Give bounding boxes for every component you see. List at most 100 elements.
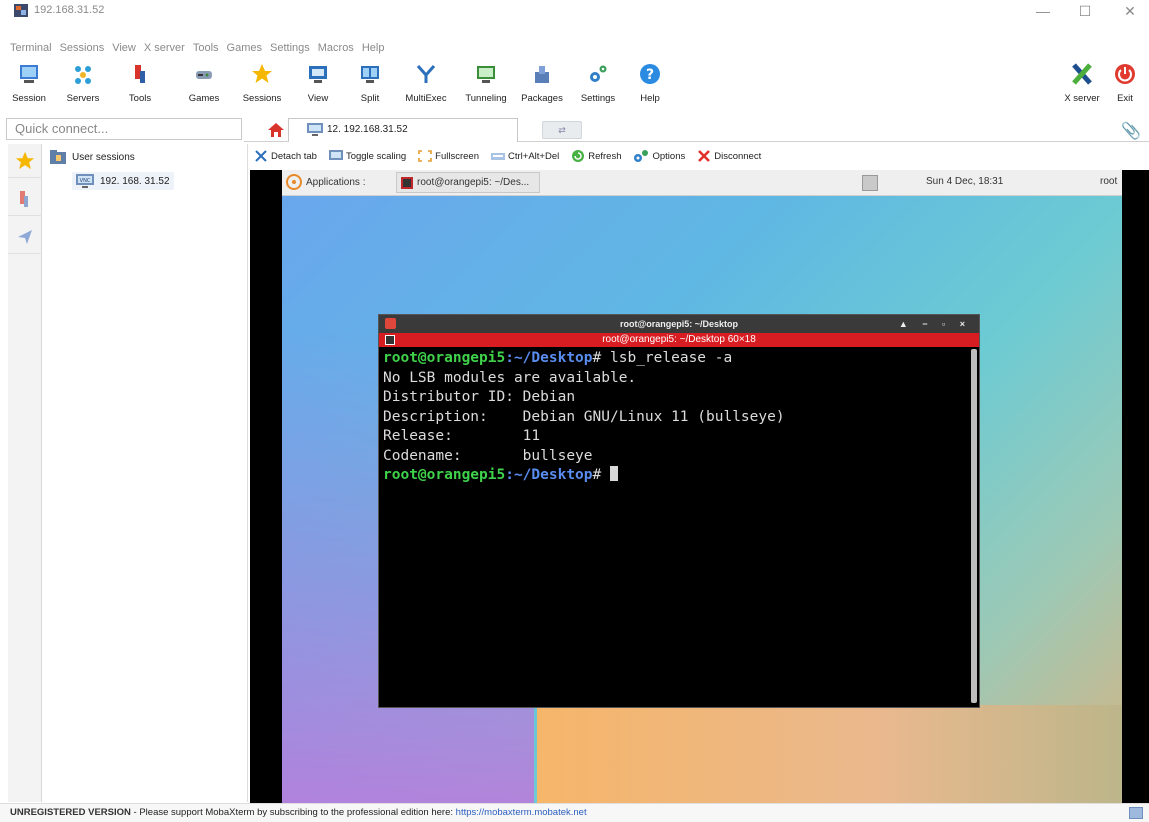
- refresh-button[interactable]: Refresh: [571, 149, 621, 163]
- mobaxterm-app-icon: [14, 4, 28, 17]
- svg-text:VNC: VNC: [80, 178, 91, 184]
- xserver-icon: [1072, 63, 1092, 85]
- split-icon: [361, 66, 379, 83]
- detach-tab-button[interactable]: Detach tab: [254, 150, 317, 162]
- keyboard-icon: [491, 153, 505, 160]
- menu-terminal[interactable]: Terminal: [10, 42, 52, 58]
- view-button[interactable]: View: [298, 63, 338, 104]
- view-icon: [309, 66, 327, 83]
- terminal-tab-bar: root@orangepi5: ~/Desktop 60×18: [379, 333, 979, 347]
- terminal-line: Description: Debian GNU/Linux 11 (bullse…: [383, 408, 785, 425]
- tools-icon: [135, 65, 145, 83]
- send-icon: [18, 229, 32, 244]
- session-toolbar: Detach tab Toggle scaling Fullscreen Ctr…: [254, 146, 761, 166]
- new-tab-button[interactable]: ⇄: [542, 121, 582, 139]
- terminal-menu-icon[interactable]: [385, 318, 396, 329]
- session-button[interactable]: Session: [6, 63, 52, 104]
- menu-xserver[interactable]: X server: [144, 42, 185, 58]
- sessions-button[interactable]: Sessions: [238, 63, 286, 104]
- terminal-output[interactable]: root@orangepi5:~/Desktop# lsb_release -a…: [379, 347, 979, 488]
- remote-display-area[interactable]: Applications : root@orangepi5: ~/Des... …: [250, 170, 1149, 803]
- paperclip-icon[interactable]: 📎: [1121, 121, 1141, 141]
- left-sidebar-rail: [8, 144, 42, 802]
- terminal-cursor: [610, 466, 618, 481]
- menu-tools[interactable]: Tools: [193, 42, 219, 58]
- options-button[interactable]: Options: [633, 149, 685, 163]
- menu-settings[interactable]: Settings: [270, 42, 310, 58]
- terminal-app-icon: [401, 176, 413, 189]
- terminal-scrollbar[interactable]: [971, 349, 977, 703]
- ctrl-alt-del-button[interactable]: Ctrl+Alt+Del: [491, 150, 559, 162]
- terminal-window-controls[interactable]: ▲ − ▫ ×: [899, 315, 971, 333]
- status-bar: UNREGISTERED VERSION - Please support Mo…: [0, 803, 1149, 822]
- games-button[interactable]: Games: [182, 63, 226, 104]
- exit-button[interactable]: Exit: [1108, 63, 1142, 104]
- xserver-button[interactable]: X server: [1060, 63, 1104, 104]
- power-icon: [1115, 64, 1135, 84]
- wallpaper-orange-band: [537, 705, 1122, 803]
- panel-clock[interactable]: Sun 4 Dec, 18:31: [926, 176, 1003, 187]
- close-button[interactable]: ✕: [1115, 2, 1145, 20]
- tunneling-button[interactable]: Tunneling: [458, 63, 514, 104]
- quick-connect-input[interactable]: Quick connect...: [6, 118, 242, 140]
- remote-desktop[interactable]: Applications : root@orangepi5: ~/Des... …: [282, 170, 1122, 803]
- tray-app-icon[interactable]: [862, 175, 878, 191]
- terminal-titlebar[interactable]: root@orangepi5: ~/Desktop ▲ − ▫ ×: [379, 315, 979, 333]
- scissors-icon: [255, 150, 267, 162]
- terminal-window[interactable]: root@orangepi5: ~/Desktop ▲ − ▫ × root@o…: [378, 314, 980, 708]
- status-message: - Please support MobaXterm by subscribin…: [130, 807, 456, 818]
- menu-games[interactable]: Games: [227, 42, 262, 58]
- toggle-scaling-button[interactable]: Toggle scaling: [328, 150, 406, 162]
- home-tab-icon[interactable]: [266, 121, 286, 139]
- tools-button[interactable]: Tools: [120, 63, 160, 104]
- settings-button[interactable]: Settings: [574, 63, 622, 104]
- star-icon: [15, 151, 35, 169]
- mobaxterm-link[interactable]: https://mobaxterm.mobatek.net: [456, 807, 587, 818]
- tunneling-icon: [477, 66, 495, 83]
- terminal-line: Codename: bullseye: [383, 447, 593, 464]
- disconnect-icon: [698, 150, 711, 162]
- title-bar: 192.168.31.52 — ☐ ✕: [0, 0, 1149, 40]
- minimize-button[interactable]: —: [1028, 2, 1058, 20]
- servers-icon: [75, 66, 91, 84]
- taskbar-terminal-button[interactable]: root@orangepi5: ~/Des...: [396, 172, 540, 193]
- sessions-rail-button[interactable]: [8, 144, 42, 178]
- tools-rail-button[interactable]: [8, 182, 42, 216]
- menu-macros[interactable]: Macros: [318, 42, 354, 58]
- terminal-line: No LSB modules are available.: [383, 369, 637, 386]
- multiexec-button[interactable]: MultiExec: [400, 63, 452, 104]
- packages-icon: [535, 66, 549, 83]
- user-sessions-folder[interactable]: User sessions: [50, 150, 135, 164]
- panel-user[interactable]: root: [1100, 176, 1117, 187]
- sessions-panel: User sessions VNC 192. 168. 31.52: [42, 144, 248, 802]
- fullscreen-button[interactable]: Fullscreen: [418, 150, 479, 162]
- maximize-button[interactable]: ☐: [1070, 2, 1100, 20]
- menu-view[interactable]: View: [112, 42, 136, 58]
- servers-button[interactable]: Servers: [60, 63, 106, 104]
- applications-menu[interactable]: Applications :: [286, 174, 365, 190]
- unregistered-label: UNREGISTERED VERSION: [10, 807, 131, 818]
- terminal-tab-icon: [385, 335, 395, 345]
- session-entry-192-168-31-52[interactable]: VNC 192. 168. 31.52: [72, 172, 174, 190]
- status-monitor-icon[interactable]: [1129, 807, 1143, 819]
- session-icon: [20, 65, 38, 83]
- multiexec-icon: [416, 65, 436, 83]
- tab-session-192-168-31-52[interactable]: 12. 192.168.31.52: [288, 118, 518, 142]
- packages-button[interactable]: Packages: [516, 63, 568, 104]
- macros-rail-button[interactable]: [8, 220, 42, 254]
- folder-icon: [50, 150, 66, 164]
- menu-sessions[interactable]: Sessions: [60, 42, 105, 58]
- terminal-line: Distributor ID: Debian: [383, 389, 576, 405]
- disconnect-button[interactable]: Disconnect: [697, 149, 761, 163]
- help-button[interactable]: ? Help: [630, 63, 670, 104]
- main-toolbar: Session Servers Tools Games Sessions Vie…: [0, 63, 1149, 117]
- menu-bar: Terminal Sessions View X server Tools Ga…: [10, 42, 384, 58]
- star-icon: [252, 64, 272, 83]
- gears-icon: [634, 150, 649, 162]
- svg-text:?: ?: [646, 67, 654, 83]
- split-button[interactable]: Split: [350, 63, 390, 104]
- tab-strip: 12. 192.168.31.52 ⇄ 📎: [244, 118, 1149, 142]
- monitor-icon: [307, 123, 323, 136]
- terminal-line: Release: 11: [383, 428, 541, 444]
- menu-help[interactable]: Help: [362, 42, 385, 58]
